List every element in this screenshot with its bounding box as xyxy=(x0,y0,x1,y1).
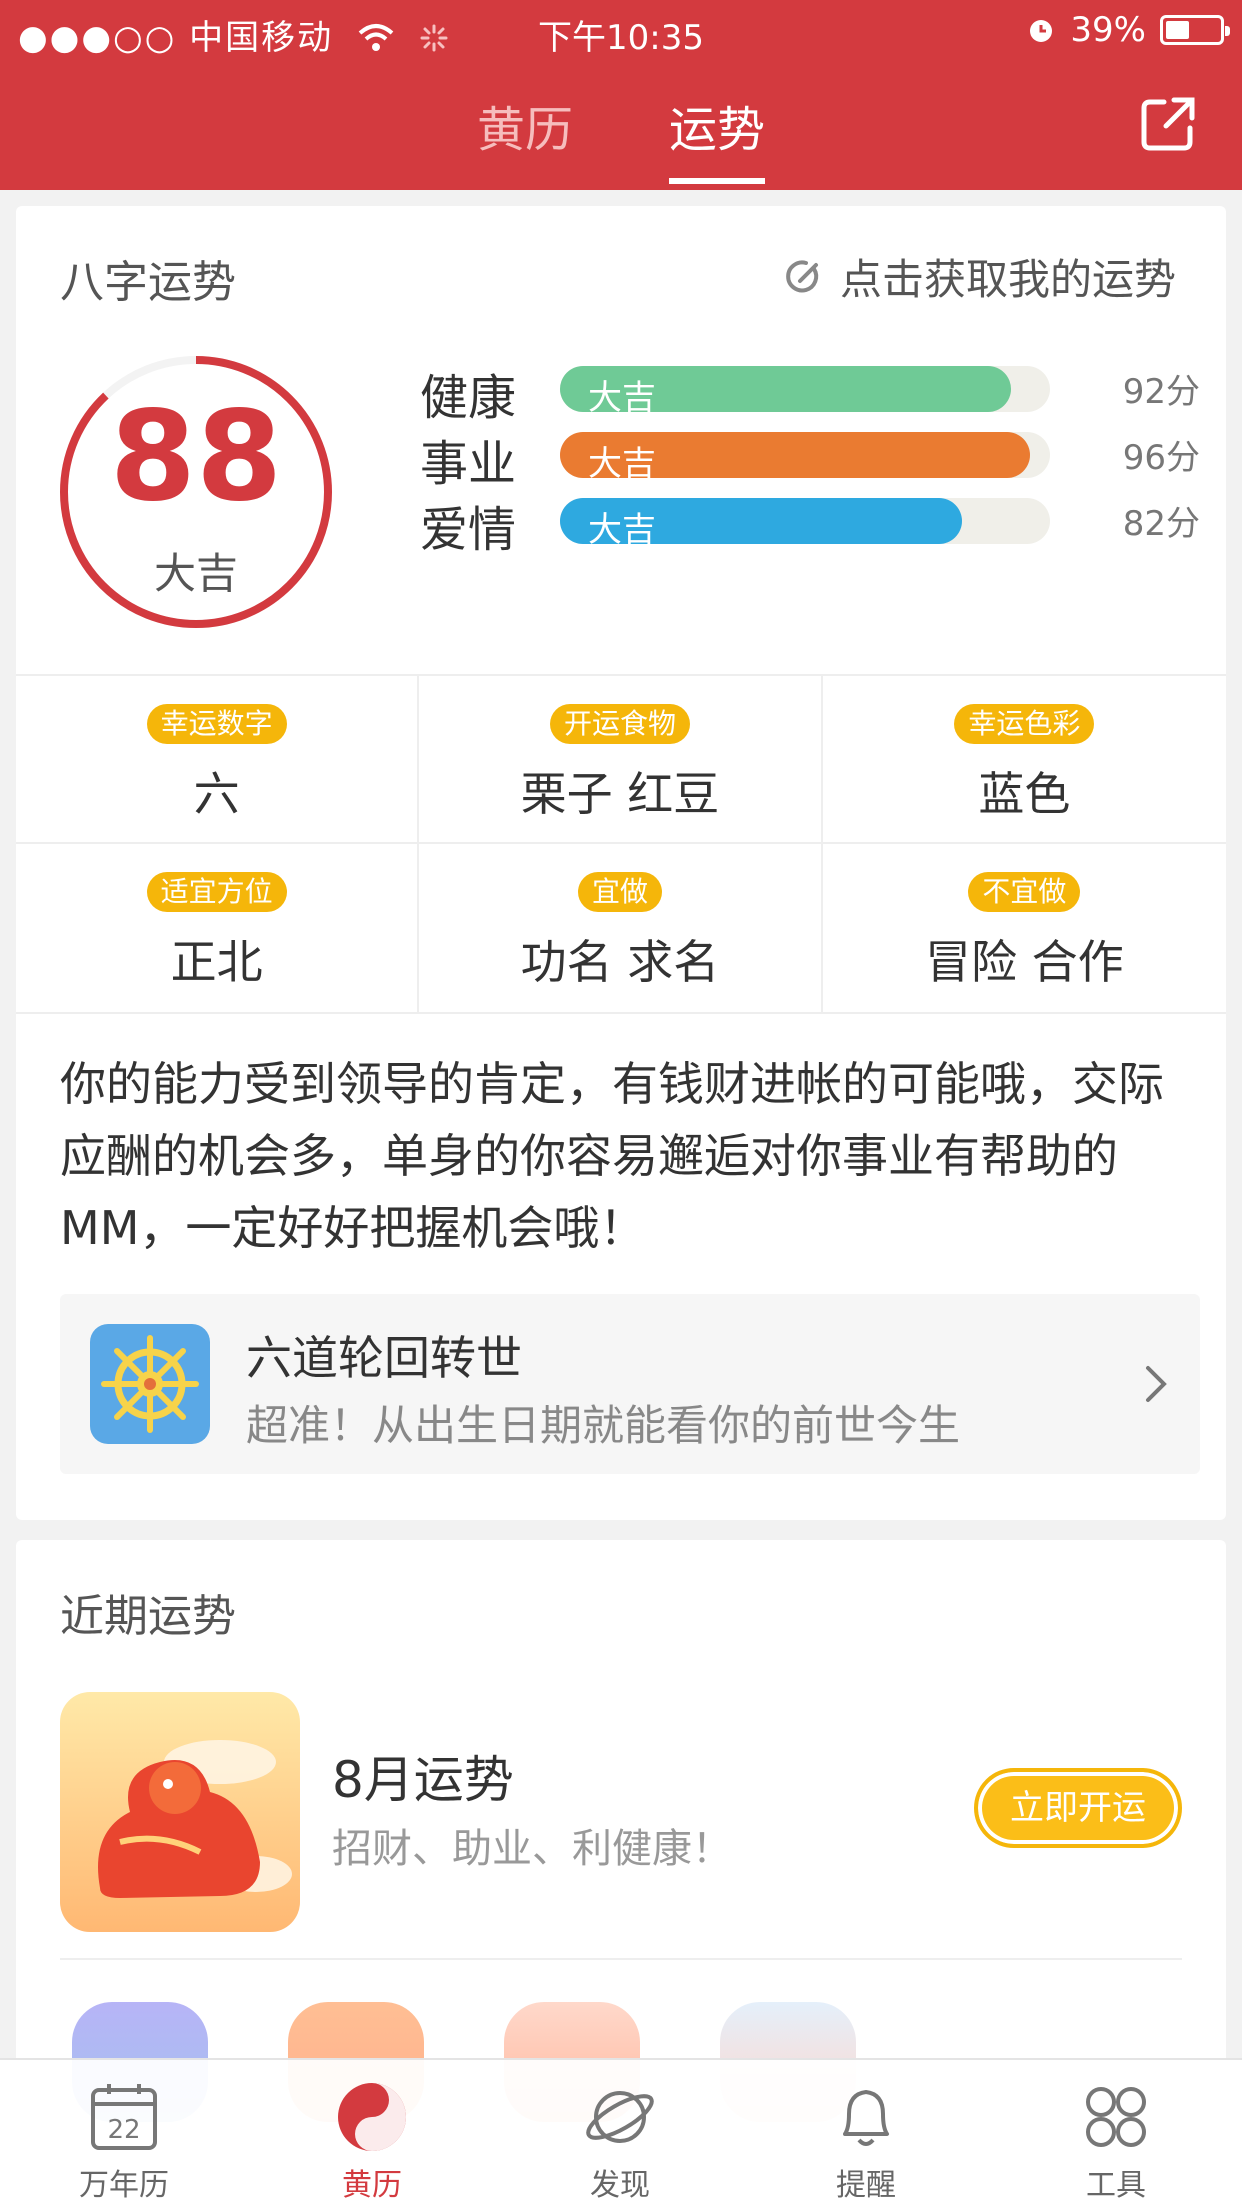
promo-subtitle: 超准！从出生日期就能看你的前世今生 xyxy=(246,1401,961,1450)
grid-cell-suitable: 宜做 功名 求名 xyxy=(419,844,823,1012)
cell-tag: 宜做 xyxy=(577,872,662,912)
alarm-icon xyxy=(1030,20,1053,42)
lucky-grid: 幸运数字 六 开运食物 栗子 红豆 幸运色彩 蓝色 适宜方位 正北 宜做 功名 … xyxy=(16,674,1226,1014)
lion-illustration[interactable] xyxy=(60,1692,300,1932)
cell-tag: 不宜做 xyxy=(968,872,1081,912)
bar-tag: 大吉 xyxy=(588,378,656,418)
battery-icon xyxy=(1160,15,1230,45)
status-right: 39% xyxy=(1026,10,1230,50)
month-fortune-title: 8月运势 xyxy=(332,1751,514,1809)
bell-icon xyxy=(843,2090,889,2146)
recent-title: 近期运势 xyxy=(60,1591,236,1642)
bar-name: 事业 xyxy=(420,436,517,492)
bazi-card: 八字运势 点击获取我的运势 88 大吉 健康 大吉 92分 事业 大吉 96分 … xyxy=(16,206,1226,1520)
tab-fortune[interactable]: 运势 xyxy=(669,90,766,190)
nav-label: 万年历 xyxy=(79,2168,169,2203)
bottom-nav: 22 万年历 黄历 发现 提醒 工具 xyxy=(0,2058,1242,2208)
open-fortune-button[interactable]: 立即开运 xyxy=(974,1768,1182,1848)
grid-cell-lucky-number: 幸运数字 六 xyxy=(16,676,420,844)
bazi-title: 八字运势 xyxy=(60,257,236,308)
fortune-description: 你的能力受到领导的肯定，有钱财进帐的可能哦，交际应酬的机会多，单身的你容易邂逅对… xyxy=(60,1057,1164,1255)
bar-row-love: 爱情 大吉 82分 xyxy=(420,488,1200,558)
score-number: 88 xyxy=(109,385,283,529)
status-bar: ●●●○○ 中国移动 下午10:35 39% xyxy=(0,0,1242,62)
promo-title: 六道轮回转世 xyxy=(246,1331,522,1385)
battery-percent: 39% xyxy=(1070,10,1146,50)
bar-row-health: 健康 大吉 92分 xyxy=(420,356,1200,426)
bar-name: 爱情 xyxy=(420,502,517,558)
chevron-right-icon xyxy=(1146,1366,1167,1402)
bar-track: 大吉 xyxy=(560,498,1050,550)
nav-item-tools[interactable]: 工具 xyxy=(1036,2078,1196,2204)
cell-tag: 幸运数字 xyxy=(146,704,287,744)
nav-item-reminder[interactable]: 提醒 xyxy=(786,2078,946,2204)
bar-row-career: 事业 大吉 96分 xyxy=(420,422,1200,492)
get-fortune-link[interactable]: 点击获取我的运势 xyxy=(784,246,1176,307)
bar-fill-health: 大吉 xyxy=(560,366,1011,418)
share-icon[interactable] xyxy=(1138,94,1198,154)
cell-value: 正北 xyxy=(170,935,263,989)
dharma-wheel-icon xyxy=(90,1324,210,1444)
cell-value: 栗子 红豆 xyxy=(520,767,720,821)
cell-value: 功名 求名 xyxy=(520,935,720,989)
recent-fortune-card: 近期运势 8月运势 招财、助业、利健康！ 立即开运 xyxy=(16,1540,1226,2140)
calendar-day: 22 xyxy=(107,2115,140,2145)
nav-item-almanac[interactable]: 黄历 xyxy=(292,2078,452,2204)
nav-label: 发现 xyxy=(590,2168,650,2203)
grid-cell-direction: 适宜方位 正北 xyxy=(16,844,420,1012)
bar-fill-career: 大吉 xyxy=(560,432,1031,484)
almanac-icon xyxy=(338,2083,406,2151)
nav-label: 工具 xyxy=(1086,2168,1146,2203)
bar-track: 大吉 xyxy=(560,432,1050,484)
cell-value: 冒险 合作 xyxy=(925,935,1124,989)
nav-item-calendar[interactable]: 22 万年历 xyxy=(44,2078,204,2204)
cell-value: 六 xyxy=(193,767,240,821)
bar-score: 92分 xyxy=(1122,372,1200,412)
nav-item-discover[interactable]: 发现 xyxy=(540,2078,700,2204)
tab-almanac[interactable]: 黄历 xyxy=(477,90,573,190)
calendar-icon: 22 xyxy=(91,2084,157,2150)
reincarnation-promo[interactable]: 六道轮回转世 超准！从出生日期就能看你的前世今生 xyxy=(60,1294,1200,1474)
grid-cell-lucky-color: 幸运色彩 蓝色 xyxy=(822,676,1226,844)
planet-icon xyxy=(586,2091,654,2143)
month-fortune-subtitle: 招财、助业、利健康！ xyxy=(332,1826,732,1872)
bar-fill-love: 大吉 xyxy=(560,498,962,550)
cell-tag: 幸运色彩 xyxy=(954,704,1095,744)
nav-label: 提醒 xyxy=(836,2168,896,2203)
cell-value: 蓝色 xyxy=(978,767,1071,821)
score-label: 大吉 xyxy=(153,549,238,598)
bar-tag: 大吉 xyxy=(588,444,656,484)
divider xyxy=(60,1958,1182,1960)
nav-label: 黄历 xyxy=(342,2168,402,2203)
bar-track: 大吉 xyxy=(560,366,1050,418)
cell-tag: 适宜方位 xyxy=(146,872,287,912)
bar-score: 82分 xyxy=(1122,504,1200,544)
header-tabs: 黄历 运势 xyxy=(0,90,1242,190)
bar-tag: 大吉 xyxy=(588,510,656,550)
app-header: ●●●○○ 中国移动 下午10:35 39% 黄历 运势 xyxy=(0,0,1242,190)
cell-tag: 开运食物 xyxy=(549,704,690,744)
get-fortune-label: 点击获取我的运势 xyxy=(839,255,1176,304)
grid-icon xyxy=(1086,2087,1146,2147)
edit-icon xyxy=(786,259,819,292)
bar-name: 健康 xyxy=(420,370,517,426)
grid-cell-lucky-food: 开运食物 栗子 红豆 xyxy=(419,676,823,844)
bar-score: 96分 xyxy=(1122,438,1200,478)
grid-cell-unsuitable: 不宜做 冒险 合作 xyxy=(823,844,1226,1012)
